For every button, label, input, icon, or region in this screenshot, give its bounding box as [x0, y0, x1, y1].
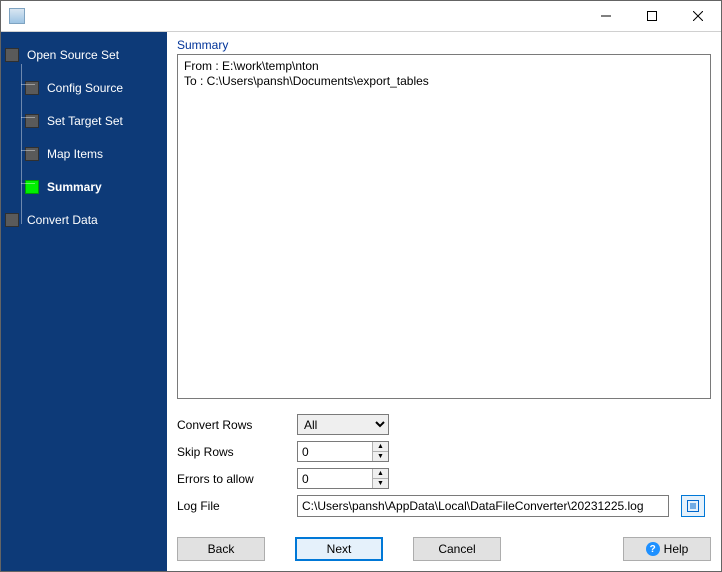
step-set-target-set[interactable]: Set Target Set	[25, 110, 163, 132]
errors-allow-input[interactable]	[298, 469, 372, 488]
spin-down-icon[interactable]: ▼	[373, 479, 388, 488]
content: Open Source Set Config Source Set Target…	[1, 31, 721, 571]
row-convert-rows: Convert Rows All	[177, 411, 711, 438]
spin-up-icon[interactable]: ▲	[373, 442, 388, 452]
step-label: Summary	[47, 180, 102, 194]
back-button[interactable]: Back	[177, 537, 265, 561]
options-form: Convert Rows All Skip Rows ▲	[177, 411, 711, 519]
window-controls	[583, 1, 721, 31]
main-panel: Summary From : E:\work\temp\nton To : C:…	[167, 32, 721, 571]
step-label: Convert Data	[27, 213, 98, 227]
wizard-buttons: Back Next Cancel ? Help	[177, 519, 711, 561]
errors-allow-spinner[interactable]: ▲ ▼	[297, 468, 389, 489]
step-label: Map Items	[47, 147, 103, 161]
row-log-file: Log File	[177, 492, 711, 519]
step-open-source-set[interactable]: Open Source Set	[5, 44, 163, 66]
step-label: Set Target Set	[47, 114, 123, 128]
step-summary[interactable]: Summary	[25, 176, 163, 198]
log-file-label: Log File	[177, 499, 297, 513]
step-tree: Open Source Set Config Source Set Target…	[5, 44, 163, 231]
step-label: Config Source	[47, 81, 123, 95]
step-label: Open Source Set	[27, 48, 119, 62]
log-file-browse-button[interactable]	[681, 495, 705, 517]
close-button[interactable]	[675, 1, 721, 31]
skip-rows-label: Skip Rows	[177, 445, 297, 459]
convert-rows-label: Convert Rows	[177, 418, 297, 432]
spin-down-icon[interactable]: ▼	[373, 452, 388, 461]
maximize-button[interactable]	[629, 1, 675, 31]
row-skip-rows: Skip Rows ▲ ▼	[177, 438, 711, 465]
row-errors-allow: Errors to allow ▲ ▼	[177, 465, 711, 492]
skip-rows-input[interactable]	[298, 442, 372, 461]
step-config-source[interactable]: Config Source	[25, 77, 163, 99]
summary-from-line: From : E:\work\temp\nton	[184, 59, 704, 74]
skip-rows-spinner[interactable]: ▲ ▼	[297, 441, 389, 462]
app-window: Open Source Set Config Source Set Target…	[0, 0, 722, 572]
summary-section-label: Summary	[177, 38, 711, 52]
help-icon: ?	[646, 542, 660, 556]
summary-textbox[interactable]: From : E:\work\temp\nton To : C:\Users\p…	[177, 54, 711, 399]
step-convert-data[interactable]: Convert Data	[5, 209, 163, 231]
next-button[interactable]: Next	[295, 537, 383, 561]
app-icon	[9, 8, 25, 24]
spin-up-icon[interactable]: ▲	[373, 469, 388, 479]
cancel-button[interactable]: Cancel	[413, 537, 501, 561]
minimize-button[interactable]	[583, 1, 629, 31]
summary-to-line: To : C:\Users\pansh\Documents\export_tab…	[184, 74, 704, 89]
log-file-input[interactable]	[297, 495, 669, 517]
step-node-icon	[5, 48, 19, 62]
help-label: Help	[664, 542, 689, 556]
wizard-steps-sidebar: Open Source Set Config Source Set Target…	[1, 32, 167, 571]
help-button[interactable]: ? Help	[623, 537, 711, 561]
titlebar	[1, 1, 721, 31]
step-map-items[interactable]: Map Items	[25, 143, 163, 165]
errors-allow-label: Errors to allow	[177, 472, 297, 486]
step-node-icon	[5, 213, 19, 227]
browse-icon	[686, 499, 700, 513]
convert-rows-select[interactable]: All	[297, 414, 389, 435]
